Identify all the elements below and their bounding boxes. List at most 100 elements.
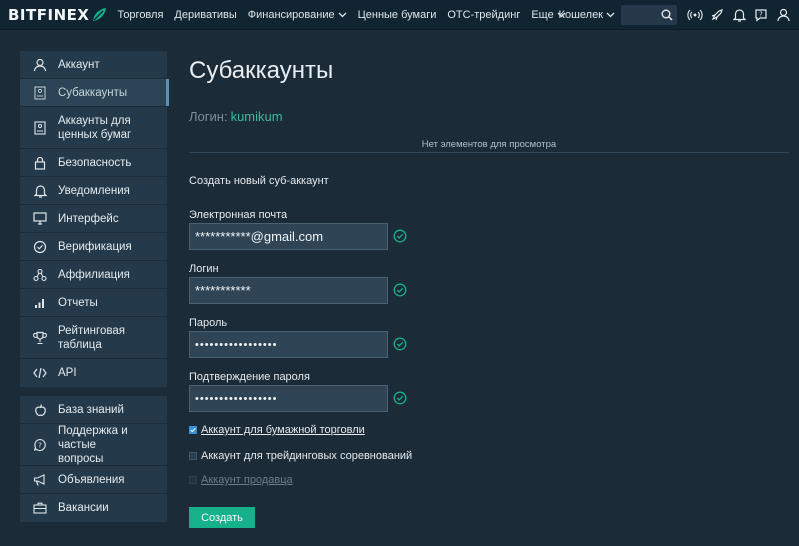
briefcase-icon <box>32 500 48 516</box>
nav-otc-label: OTC-трейдинг <box>447 8 521 21</box>
sidebar-item-label: Вакансии <box>58 502 109 514</box>
bell-icon[interactable] <box>729 5 749 25</box>
empty-state: Нет элементов для просмотра <box>189 139 789 153</box>
paper-trading-checkbox[interactable]: Аккаунт для бумажной торговли <box>189 424 365 436</box>
sidebar-item-verification[interactable]: Верификация <box>20 233 167 261</box>
broadcast-icon[interactable] <box>685 5 705 25</box>
checkbox-checked-icon[interactable] <box>189 426 197 434</box>
search-icon[interactable] <box>661 9 673 21</box>
trading-competition-checkbox[interactable]: Аккаунт для трейдинговых соревнований <box>189 450 412 462</box>
sidebar-item-notifications[interactable]: Уведомления <box>20 177 167 205</box>
nav-funding-label: Финансирование <box>247 8 335 21</box>
sidebar-item-label: База знаний <box>58 403 124 416</box>
sidebar-item-account[interactable]: Аккаунт <box>20 51 167 79</box>
megaphone-icon <box>32 472 48 488</box>
code-icon <box>32 365 48 381</box>
valid-check-icon <box>393 337 407 351</box>
wallet-menu[interactable]: Кошелек <box>559 9 615 21</box>
sidebar-item-securities-accounts[interactable]: Аккаунты для ценных бумаг <box>20 107 167 149</box>
top-navbar: BITFINEX Торговля Деривативы Финансирова… <box>0 0 799 30</box>
merchant-account-checkbox: Аккаунт продавца <box>189 474 293 486</box>
trophy-icon <box>32 330 48 346</box>
chevron-down-icon <box>338 12 347 17</box>
user-icon[interactable] <box>773 5 793 25</box>
sidebar-item-label: Аккаунты для ценных бумаг <box>58 114 132 141</box>
checkbox-unchecked-icon[interactable] <box>189 452 197 460</box>
nav-trading[interactable]: Торговля <box>117 9 163 21</box>
leaf-icon <box>93 7 107 21</box>
login-field-label: Логин <box>189 263 219 275</box>
sidebar-item-label: Верификация <box>58 240 132 253</box>
sidebar-item-careers[interactable]: Вакансии <box>20 494 167 522</box>
wallet-label: Кошелек <box>558 9 603 21</box>
checkbox-disabled-icon <box>189 476 197 484</box>
monitor-icon <box>32 211 48 227</box>
bar-chart-icon <box>32 295 48 311</box>
sidebar-item-label: Аффилиация <box>58 268 130 281</box>
valid-check-icon <box>393 391 407 405</box>
subaccount-icon <box>32 85 48 101</box>
paper-trading-label[interactable]: Аккаунт для бумажной торговли <box>201 424 365 436</box>
user-icon <box>32 57 48 73</box>
chevron-down-icon <box>606 12 615 18</box>
sidebar-item-api[interactable]: API <box>20 359 167 387</box>
login-line: Логин: kumikum <box>189 109 283 124</box>
sidebar-account-group: Аккаунт Субаккаунты Аккаунты для ценных … <box>20 51 169 387</box>
password-field[interactable]: ••••••••••••••••• <box>189 331 388 358</box>
sidebar-item-security[interactable]: Безопасность <box>20 149 167 177</box>
sidebar-item-label: API <box>58 367 77 379</box>
sidebar-help-group: База знаний ? Поддержка и частые вопросы… <box>20 396 167 522</box>
nav-otc[interactable]: OTC-трейдинг <box>447 9 520 21</box>
sidebar-item-label: Интерфейс <box>58 212 119 225</box>
create-button[interactable]: Создать <box>189 507 255 528</box>
sidebar-item-leaderboard[interactable]: Рейтинговая таблица <box>20 317 167 359</box>
rocket-icon[interactable] <box>707 5 727 25</box>
help-icon[interactable]: ? <box>751 5 771 25</box>
sidebar-item-affiliate[interactable]: Аффилиация <box>20 261 167 289</box>
empty-state-text: Нет элементов для просмотра <box>421 139 557 150</box>
nav-derivatives-label: Деривативы <box>174 8 237 21</box>
svg-text:?: ? <box>759 11 763 19</box>
sidebar-item-announcements[interactable]: Объявления <box>20 466 167 494</box>
sidebar-item-knowledge-base[interactable]: База знаний <box>20 396 167 424</box>
brand-name: BITFINEX <box>8 5 90 24</box>
bitfinex-logo[interactable]: BITFINEX <box>8 6 107 24</box>
page-title: Субаккаунты <box>189 57 334 84</box>
valid-check-icon <box>393 283 407 297</box>
nav-securities[interactable]: Ценные бумаги <box>358 9 437 21</box>
password-field-label: Пароль <box>189 317 228 329</box>
sidebar-item-subaccounts[interactable]: Субаккаунты <box>20 79 169 107</box>
email-field-label: Электронная почта <box>189 209 288 221</box>
confirm-password-field[interactable]: ••••••••••••••••• <box>189 385 388 412</box>
sidebar-item-label: Аккаунт <box>58 58 100 71</box>
search-input[interactable] <box>621 5 677 25</box>
merchant-account-label: Аккаунт продавца <box>201 474 293 486</box>
login-username: kumikum <box>230 109 283 124</box>
login-field[interactable]: *********** <box>189 277 388 304</box>
sidebar-item-label: Отчеты <box>58 296 98 309</box>
settings-sidebar: Аккаунт Субаккаунты Аккаунты для ценных … <box>20 51 169 522</box>
sidebar-item-label: Поддержка и частые вопросы <box>58 424 128 465</box>
sidebar-item-label: Объявления <box>58 473 125 486</box>
sidebar-item-label: Субаккаунты <box>58 86 128 99</box>
nav-trading-label: Торговля <box>117 8 164 21</box>
nav-funding[interactable]: Финансирование <box>248 9 347 21</box>
sidebar-item-label: Рейтинговая таблица <box>58 324 125 351</box>
affiliate-icon <box>32 267 48 283</box>
nav-securities-label: Ценные бумаги <box>357 8 437 21</box>
sidebar-item-label: Уведомления <box>58 184 130 197</box>
sidebar-item-reports[interactable]: Отчеты <box>20 289 167 317</box>
sidebar-item-label: Безопасность <box>58 156 132 169</box>
section-title: Создать новый суб-аккаунт <box>189 175 329 187</box>
password-field-value: ••••••••••••••••• <box>195 338 278 351</box>
valid-check-icon <box>393 229 407 243</box>
confirm-password-field-label: Подтверждение пароля <box>189 371 310 383</box>
confirm-password-field-value: ••••••••••••••••• <box>195 392 278 405</box>
nav-derivatives[interactable]: Деривативы <box>174 9 236 21</box>
email-field-value: ***********@gmail.com <box>195 229 324 244</box>
sidebar-item-interface[interactable]: Интерфейс <box>20 205 167 233</box>
apple-icon <box>32 402 48 418</box>
support-icon: ? <box>32 437 48 453</box>
email-field[interactable]: ***********@gmail.com <box>189 223 388 250</box>
sidebar-item-support[interactable]: ? Поддержка и частые вопросы <box>20 424 167 466</box>
